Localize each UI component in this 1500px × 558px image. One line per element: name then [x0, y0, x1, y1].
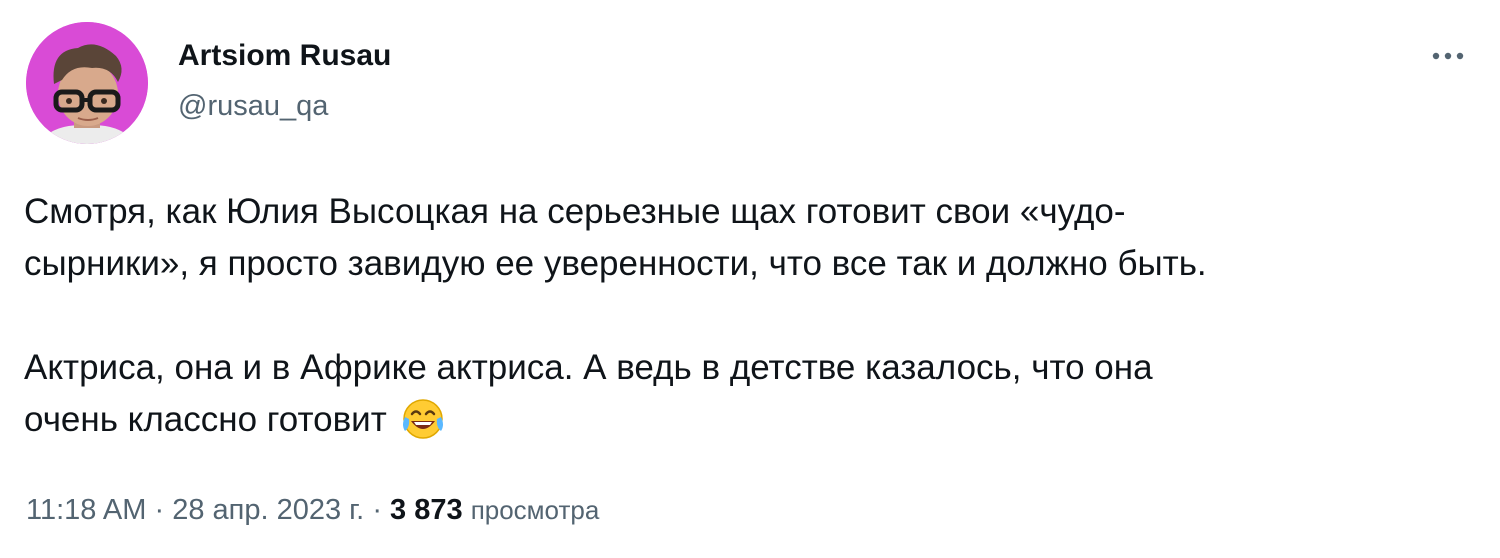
avatar-image	[26, 22, 148, 144]
tweet-line: очень классно готовит	[24, 400, 387, 439]
tweet-date[interactable]: 28 апр. 2023 г.	[172, 494, 364, 526]
author-display-name[interactable]: Artsiom Rusau	[178, 36, 391, 76]
meta-separator: ·	[372, 494, 382, 526]
author-info: Artsiom Rusau @rusau_qa	[178, 36, 391, 126]
more-options-button[interactable]	[1424, 38, 1472, 74]
tweet-metadata: 11:18 AM · 28 апр. 2023 г. · 3 873 просм…	[26, 488, 599, 532]
views-count[interactable]: 3 873	[390, 494, 463, 526]
meta-separator: ·	[154, 494, 165, 526]
tweet-card: Artsiom Rusau @rusau_qa Смотря, как Юлия…	[0, 0, 1500, 558]
more-horizontal-icon	[1432, 52, 1464, 60]
tweet-paragraph: Актриса, она и в Африке актриса. А ведь …	[24, 342, 1484, 456]
face-with-tears-of-joy-icon	[401, 397, 445, 456]
tweet-time[interactable]: 11:18 AM	[26, 494, 146, 526]
avatar[interactable]	[26, 22, 148, 144]
tweet-text: Смотря, как Юлия Высоцкая на серьезные щ…	[24, 186, 1484, 456]
tweet-line: Смотря, как Юлия Высоцкая на серьезные щ…	[24, 192, 1126, 231]
tweet-paragraph: Смотря, как Юлия Высоцкая на серьезные щ…	[24, 186, 1484, 290]
author-handle[interactable]: @rusau_qa	[178, 86, 391, 126]
tweet-line: Актриса, она и в Африке актриса. А ведь …	[24, 348, 1153, 387]
tweet-line: сырники», я просто завидую ее уверенност…	[24, 244, 1207, 283]
views-label: просмотра	[470, 495, 600, 525]
